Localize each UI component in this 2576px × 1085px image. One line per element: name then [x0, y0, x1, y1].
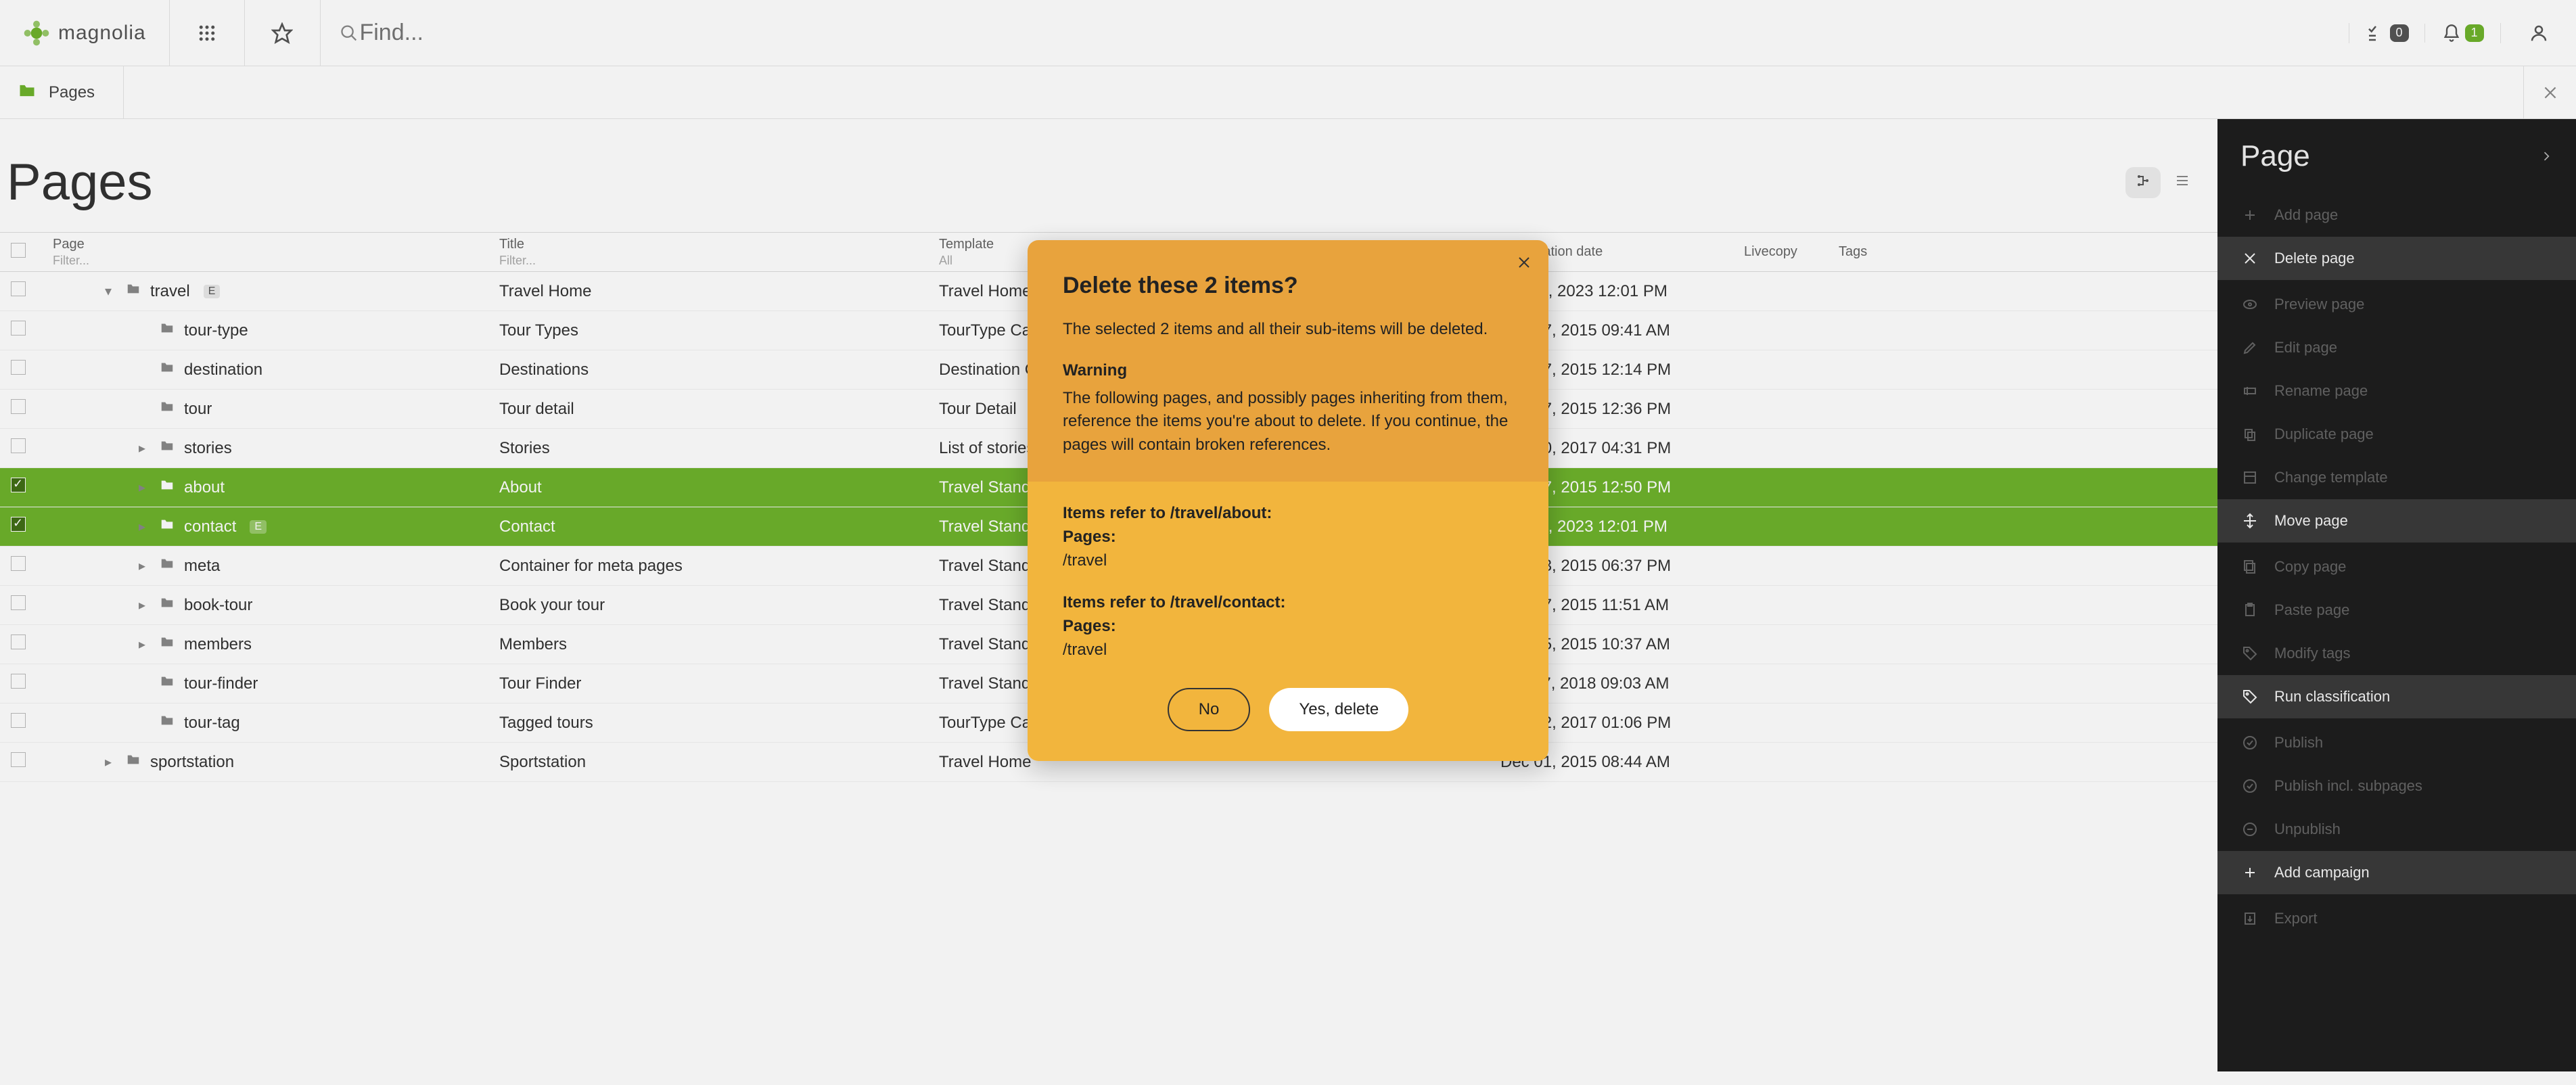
dialog-footer: No Yes, delete [1063, 681, 1513, 731]
dialog-warning: Warning The following pages, and possibl… [1063, 359, 1513, 457]
modal-overlay: Delete these 2 items? The selected 2 ite… [0, 0, 2576, 1085]
dialog-body: Delete these 2 items? The selected 2 ite… [1028, 240, 1548, 482]
dialog-ref-contact: Items refer to /travel/contact: Pages: /… [1063, 591, 1513, 662]
ref1-heading: Items refer to /travel/about: [1063, 504, 1272, 522]
close-icon [1516, 254, 1532, 271]
dialog-title: Delete these 2 items? [1063, 273, 1513, 299]
ref1-page: /travel [1063, 551, 1107, 570]
ref1-pages-label: Pages: [1063, 528, 1116, 546]
dialog-references: Items refer to /travel/about: Pages: /tr… [1028, 482, 1548, 761]
dialog-no-button[interactable]: No [1168, 688, 1251, 731]
ref2-heading: Items refer to /travel/contact: [1063, 593, 1285, 611]
dialog-warning-body: The following pages, and possibly pages … [1063, 389, 1508, 455]
dialog-yes-delete-button[interactable]: Yes, delete [1269, 688, 1408, 731]
dialog-ref-about: Items refer to /travel/about: Pages: /tr… [1063, 502, 1513, 572]
ref2-pages-label: Pages: [1063, 617, 1116, 635]
dialog-close-button[interactable] [1516, 254, 1532, 275]
dialog-warning-heading: Warning [1063, 359, 1513, 383]
ref2-page: /travel [1063, 641, 1107, 659]
delete-confirm-dialog: Delete these 2 items? The selected 2 ite… [1028, 240, 1548, 761]
dialog-intro: The selected 2 items and all their sub-i… [1063, 318, 1513, 342]
